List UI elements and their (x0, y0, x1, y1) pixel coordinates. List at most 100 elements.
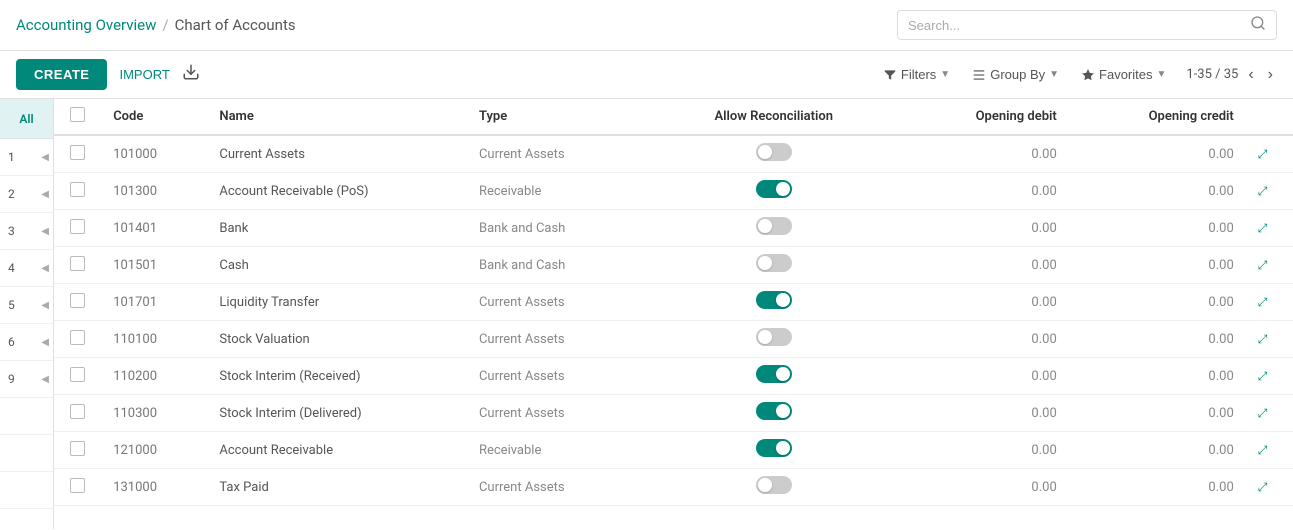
reconcile-toggle[interactable] (756, 180, 792, 198)
row-checkbox[interactable] (70, 219, 85, 234)
breadcrumb-link[interactable]: Accounting Overview (16, 16, 156, 34)
expand-icon[interactable]: ⤢ (1258, 295, 1268, 309)
prev-page-button[interactable]: ‹ (1244, 64, 1257, 86)
reconcile-toggle[interactable] (756, 365, 792, 383)
select-all-checkbox[interactable] (70, 107, 85, 122)
select-all-header[interactable] (54, 99, 101, 135)
row-debit: 0.00 (892, 395, 1069, 432)
expand-icon[interactable]: ⤢ (1258, 443, 1268, 457)
sidebar-item-5[interactable]: 5◀ (0, 287, 53, 324)
download-button[interactable] (182, 63, 200, 86)
toggle-knob (758, 478, 772, 492)
row-checkbox[interactable] (70, 478, 85, 493)
reconcile-toggle[interactable] (756, 328, 792, 346)
reconcile-toggle[interactable] (756, 143, 792, 161)
row-checkbox[interactable] (70, 256, 85, 271)
row-checkbox[interactable] (70, 330, 85, 345)
row-checkbox[interactable] (70, 404, 85, 419)
reconcile-toggle[interactable] (756, 439, 792, 457)
reconcile-toggle[interactable] (756, 254, 792, 272)
row-checkbox[interactable] (70, 293, 85, 308)
row-checkbox-cell[interactable] (54, 173, 101, 210)
row-credit: 0.00 (1069, 469, 1246, 506)
row-expand[interactable]: ⤢ (1246, 469, 1293, 506)
row-checkbox[interactable] (70, 367, 85, 382)
row-name[interactable]: Account Receivable (207, 432, 467, 469)
reconcile-toggle[interactable] (756, 291, 792, 309)
row-name[interactable]: Stock Valuation (207, 321, 467, 358)
row-name[interactable]: Account Receivable (PoS) (207, 173, 467, 210)
row-expand[interactable]: ⤢ (1246, 135, 1293, 173)
row-expand[interactable]: ⤢ (1246, 173, 1293, 210)
row-expand[interactable]: ⤢ (1246, 358, 1293, 395)
expand-icon[interactable]: ⤢ (1258, 258, 1268, 272)
row-checkbox-cell[interactable] (54, 321, 101, 358)
row-name[interactable]: Current Assets (207, 135, 467, 173)
expand-icon[interactable]: ⤢ (1258, 406, 1268, 420)
row-code: 110100 (101, 321, 207, 358)
row-reconcile[interactable] (656, 395, 892, 432)
row-expand[interactable]: ⤢ (1246, 210, 1293, 247)
expand-icon[interactable]: ⤢ (1258, 480, 1268, 494)
reconcile-toggle[interactable] (756, 217, 792, 235)
sidebar-item-3[interactable]: 3◀ (0, 213, 53, 250)
all-button[interactable]: All (0, 99, 53, 139)
row-checkbox-cell[interactable] (54, 469, 101, 506)
row-type: Bank and Cash (467, 210, 656, 247)
pagination: 1-35 / 35 ‹ › (1186, 64, 1277, 86)
row-name[interactable]: Tax Paid (207, 469, 467, 506)
reconcile-toggle[interactable] (756, 402, 792, 420)
expand-icon[interactable]: ⤢ (1258, 332, 1268, 346)
row-checkbox-cell[interactable] (54, 210, 101, 247)
sidebar-item-6[interactable]: 6◀ (0, 324, 53, 361)
row-type: Current Assets (467, 321, 656, 358)
row-name[interactable]: Stock Interim (Received) (207, 358, 467, 395)
sidebar-item-2[interactable]: 2◀ (0, 176, 53, 213)
expand-icon[interactable]: ⤢ (1258, 221, 1268, 235)
row-expand[interactable]: ⤢ (1246, 395, 1293, 432)
row-reconcile[interactable] (656, 358, 892, 395)
row-checkbox-cell[interactable] (54, 432, 101, 469)
row-reconcile[interactable] (656, 247, 892, 284)
row-checkbox-cell[interactable] (54, 395, 101, 432)
row-name[interactable]: Liquidity Transfer (207, 284, 467, 321)
sidebar-item-9[interactable]: 9◀ (0, 361, 53, 398)
row-reconcile[interactable] (656, 469, 892, 506)
row-name[interactable]: Stock Interim (Delivered) (207, 395, 467, 432)
row-checkbox[interactable] (70, 145, 85, 160)
row-checkbox-cell[interactable] (54, 358, 101, 395)
expand-icon[interactable]: ⤢ (1258, 184, 1268, 198)
row-expand[interactable]: ⤢ (1246, 247, 1293, 284)
import-button[interactable]: IMPORT (119, 67, 169, 82)
row-reconcile[interactable] (656, 210, 892, 247)
reconcile-toggle[interactable] (756, 476, 792, 494)
row-checkbox-cell[interactable] (54, 247, 101, 284)
filters-button[interactable]: Filters ▼ (875, 63, 958, 86)
filters-caret: ▼ (940, 69, 950, 80)
arrow-icon: ◀ (41, 374, 49, 385)
row-reconcile[interactable] (656, 321, 892, 358)
row-name[interactable]: Bank (207, 210, 467, 247)
row-expand[interactable]: ⤢ (1246, 321, 1293, 358)
row-checkbox-cell[interactable] (54, 284, 101, 321)
create-button[interactable]: CREATE (16, 59, 107, 90)
row-reconcile[interactable] (656, 432, 892, 469)
groupby-button[interactable]: Group By ▼ (964, 63, 1067, 86)
row-reconcile[interactable] (656, 284, 892, 321)
sidebar-item-1[interactable]: 1◀ (0, 139, 53, 176)
next-page-button[interactable]: › (1264, 64, 1277, 86)
row-checkbox[interactable] (70, 182, 85, 197)
row-expand[interactable]: ⤢ (1246, 284, 1293, 321)
search-input[interactable] (908, 18, 1246, 33)
row-reconcile[interactable] (656, 173, 892, 210)
row-name[interactable]: Cash (207, 247, 467, 284)
favorites-button[interactable]: Favorites ▼ (1073, 63, 1174, 86)
row-checkbox-cell[interactable] (54, 135, 101, 173)
sidebar-item-4[interactable]: 4◀ (0, 250, 53, 287)
row-checkbox[interactable] (70, 441, 85, 456)
expand-icon[interactable]: ⤢ (1258, 369, 1268, 383)
expand-icon[interactable]: ⤢ (1258, 147, 1268, 161)
row-type: Current Assets (467, 395, 656, 432)
row-expand[interactable]: ⤢ (1246, 432, 1293, 469)
row-reconcile[interactable] (656, 135, 892, 173)
